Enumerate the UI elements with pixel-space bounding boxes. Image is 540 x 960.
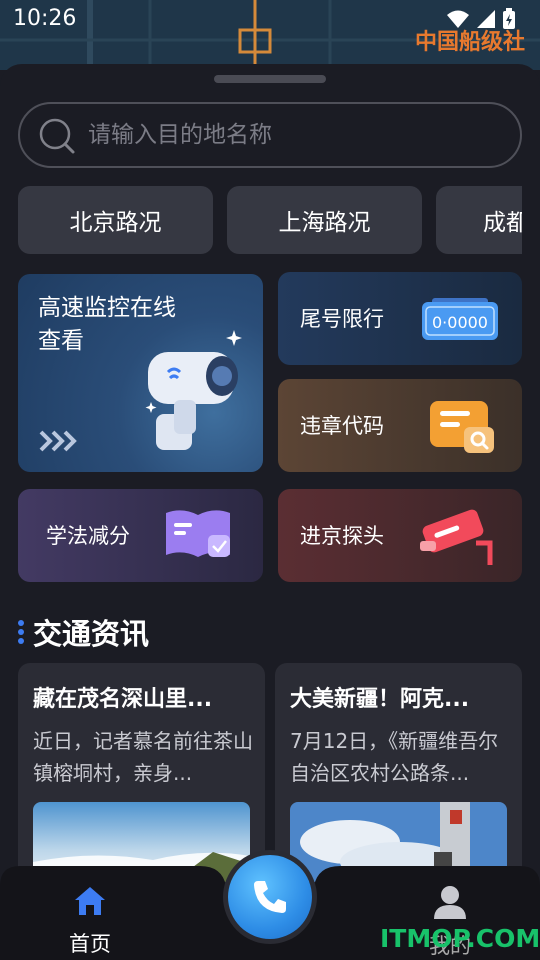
search-bar[interactable]: [18, 102, 522, 168]
news-section-header: 交通资讯: [18, 611, 149, 653]
news-card[interactable]: 大美新疆！阿克... 7月12日，《新疆维吾尔自治区农村公路条...: [275, 663, 522, 883]
book-check-icon: [166, 510, 230, 557]
news-card[interactable]: 藏在茂名深山里... 近日，记者慕名前往茶山镇榕垌村，亲身...: [18, 663, 265, 883]
study-reduce-points-label: 学法减分: [46, 524, 130, 548]
home-icon: [75, 887, 105, 915]
chip-beijing[interactable]: 北京路况: [18, 186, 213, 254]
search-input[interactable]: [88, 114, 488, 156]
double-chevron-icon: [39, 430, 77, 452]
news-summary: 7月12日，《新疆维吾尔自治区农村公路条...: [290, 729, 499, 785]
wifi-icon: [447, 10, 469, 28]
home-sheet: 北京路况 上海路况 成都 高速监控在线查看 尾号限行 0·0000: [0, 64, 540, 960]
user-icon: [434, 886, 466, 919]
news-summary: 近日，记者慕名前往茶山镇榕垌村，亲身...: [33, 729, 253, 785]
search-icon: [39, 118, 75, 154]
beijing-camera-label: 进京探头: [300, 524, 384, 548]
plate-restriction-card[interactable]: 尾号限行 0·0000: [278, 272, 522, 365]
violation-code-label: 违章代码: [300, 414, 384, 438]
drag-handle[interactable]: [214, 75, 326, 83]
watermark: ITMOP.COM: [380, 924, 540, 953]
call-button[interactable]: [228, 855, 312, 939]
nav-home[interactable]: 首页: [45, 884, 135, 958]
beijing-camera-card[interactable]: 进京探头: [278, 489, 522, 582]
chip-chengdu[interactable]: 成都: [436, 186, 522, 254]
highway-monitor-card[interactable]: 高速监控在线查看: [18, 274, 263, 472]
status-icons: [446, 8, 516, 30]
status-time: 10:26: [13, 6, 77, 31]
security-camera-icon: [145, 330, 242, 450]
city-chip-row[interactable]: 北京路况 上海路况 成都: [18, 186, 522, 254]
phone-icon: [254, 881, 286, 913]
section-marker: [18, 620, 24, 644]
document-search-icon: [430, 401, 494, 453]
plate-restriction-label: 尾号限行: [300, 307, 384, 331]
violation-code-card[interactable]: 违章代码: [278, 379, 522, 472]
plate-number-text: 0·0000: [432, 313, 488, 332]
battery-icon: [503, 8, 515, 29]
status-bar: 10:26: [0, 0, 540, 38]
traffic-camera-icon: [420, 509, 493, 565]
study-reduce-points-card[interactable]: 学法减分: [18, 489, 263, 582]
news-section-title: 交通资讯: [33, 617, 150, 651]
nav-home-label: 首页: [69, 932, 111, 956]
signal-icon: [477, 10, 495, 28]
news-title: 藏在茂名深山里...: [33, 687, 213, 712]
license-plate-icon: 0·0000: [422, 298, 498, 340]
chip-shanghai[interactable]: 上海路况: [227, 186, 422, 254]
news-title: 大美新疆！阿克...: [290, 687, 470, 712]
